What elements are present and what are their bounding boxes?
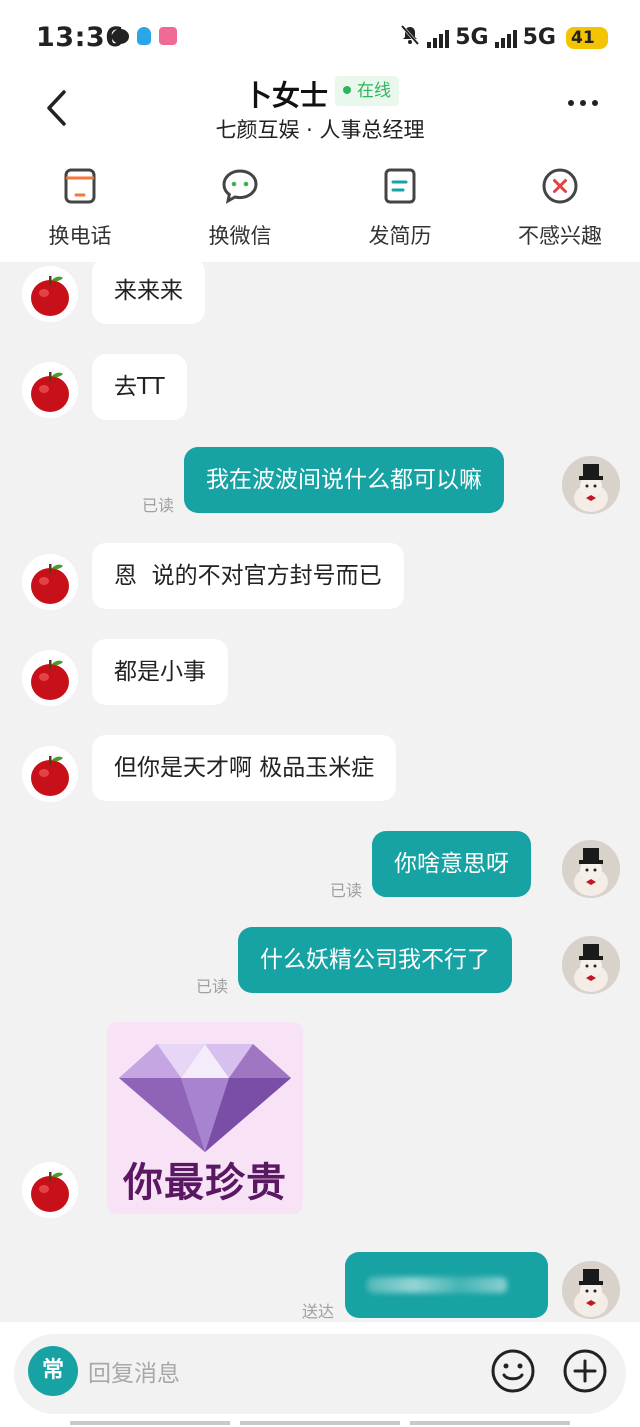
resume-icon	[384, 168, 416, 204]
signal-icon	[427, 28, 450, 48]
contact-avatar[interactable]	[22, 650, 78, 706]
user-avatar[interactable]	[562, 936, 620, 994]
user-avatar[interactable]	[562, 840, 620, 898]
network-label-2: 5G	[522, 25, 556, 50]
outgoing-message-bubble[interactable]: 你啥意思呀	[372, 831, 531, 897]
app-notification-icon	[159, 27, 177, 45]
wechat-notification-icon	[112, 28, 129, 44]
battery-icon: 41	[566, 26, 617, 49]
contact-name: 卜女士	[244, 79, 329, 112]
exchange-phone-button[interactable]: 换电话	[0, 152, 160, 262]
notification-icons	[112, 27, 177, 45]
incoming-message-bubble[interactable]: 去TT	[92, 354, 187, 420]
contact-company-title: 七颜互娱 · 人事总经理	[215, 118, 425, 142]
wechat-icon	[222, 169, 258, 204]
read-status: 已读	[196, 977, 229, 996]
common-phrases-button[interactable]: 常	[28, 1346, 78, 1396]
network-label-1: 5G	[455, 25, 489, 50]
incoming-message-bubble[interactable]: 来来来	[92, 262, 205, 324]
incoming-message-bubble[interactable]: 但你是天才啊 极品玉米症	[92, 735, 397, 801]
outgoing-message-bubble[interactable]: 我在波波间说什么都可以嘛	[184, 447, 504, 513]
read-status: 已读	[142, 496, 175, 515]
add-attachment-icon[interactable]	[562, 1348, 608, 1394]
incoming-message-bubble[interactable]: 都是小事	[92, 639, 228, 705]
chat-header: 卜女士 在线 七颜互娱 · 人事总经理	[0, 62, 640, 152]
qq-notification-icon	[137, 27, 151, 45]
phone-icon	[64, 168, 96, 204]
signal-icon-2	[494, 28, 517, 48]
reply-message-input[interactable]	[88, 1352, 468, 1396]
online-status-badge: 在线	[335, 76, 399, 106]
status-right: 5G 5G 41	[399, 24, 617, 51]
contact-avatar[interactable]	[22, 554, 78, 610]
more-options-icon[interactable]	[568, 100, 598, 106]
action-label-wechat: 换微信	[208, 224, 272, 248]
contact-avatar[interactable]	[22, 266, 78, 322]
delivery-status: 送达	[302, 1302, 335, 1321]
read-status: 已读	[330, 881, 363, 900]
outgoing-message-bubble[interactable]	[345, 1252, 548, 1318]
exchange-wechat-button[interactable]: 换微信	[160, 152, 320, 262]
outgoing-message-bubble[interactable]: 什么妖精公司我不行了	[238, 927, 512, 993]
contact-avatar[interactable]	[22, 746, 78, 802]
action-label-phone: 换电话	[48, 224, 112, 248]
blurred-message-text	[367, 1277, 507, 1293]
incoming-message-bubble[interactable]: 恩 说的不对官方封号而已	[92, 543, 404, 609]
sticker-caption: 你最珍贵	[123, 1159, 287, 1206]
mute-bell-icon	[399, 24, 421, 51]
emoji-icon[interactable]	[490, 1348, 536, 1394]
not-interested-button[interactable]: 不感兴趣	[480, 152, 640, 262]
action-label-not-interested: 不感兴趣	[518, 224, 602, 248]
contact-avatar[interactable]	[22, 1162, 78, 1218]
quick-action-bar: 换电话 换微信 发简历 不感兴趣	[0, 152, 640, 262]
contact-avatar[interactable]	[22, 362, 78, 418]
close-circle-icon	[542, 168, 578, 204]
user-avatar[interactable]	[562, 456, 620, 514]
send-resume-button[interactable]: 发简历	[320, 152, 480, 262]
chat-message-list[interactable]: 来来来 去TT 已读 我在波波间说什么都可以嘛 恩 说的不对官方封号而已 都是小…	[0, 262, 640, 1322]
action-label-resume: 发简历	[368, 224, 432, 248]
home-indicator	[70, 1421, 570, 1425]
message-input-bar: 常	[0, 1322, 640, 1427]
sticker-message[interactable]: 你最珍贵	[107, 1022, 303, 1214]
diamond-icon	[119, 1044, 291, 1152]
user-avatar[interactable]	[562, 1261, 620, 1319]
